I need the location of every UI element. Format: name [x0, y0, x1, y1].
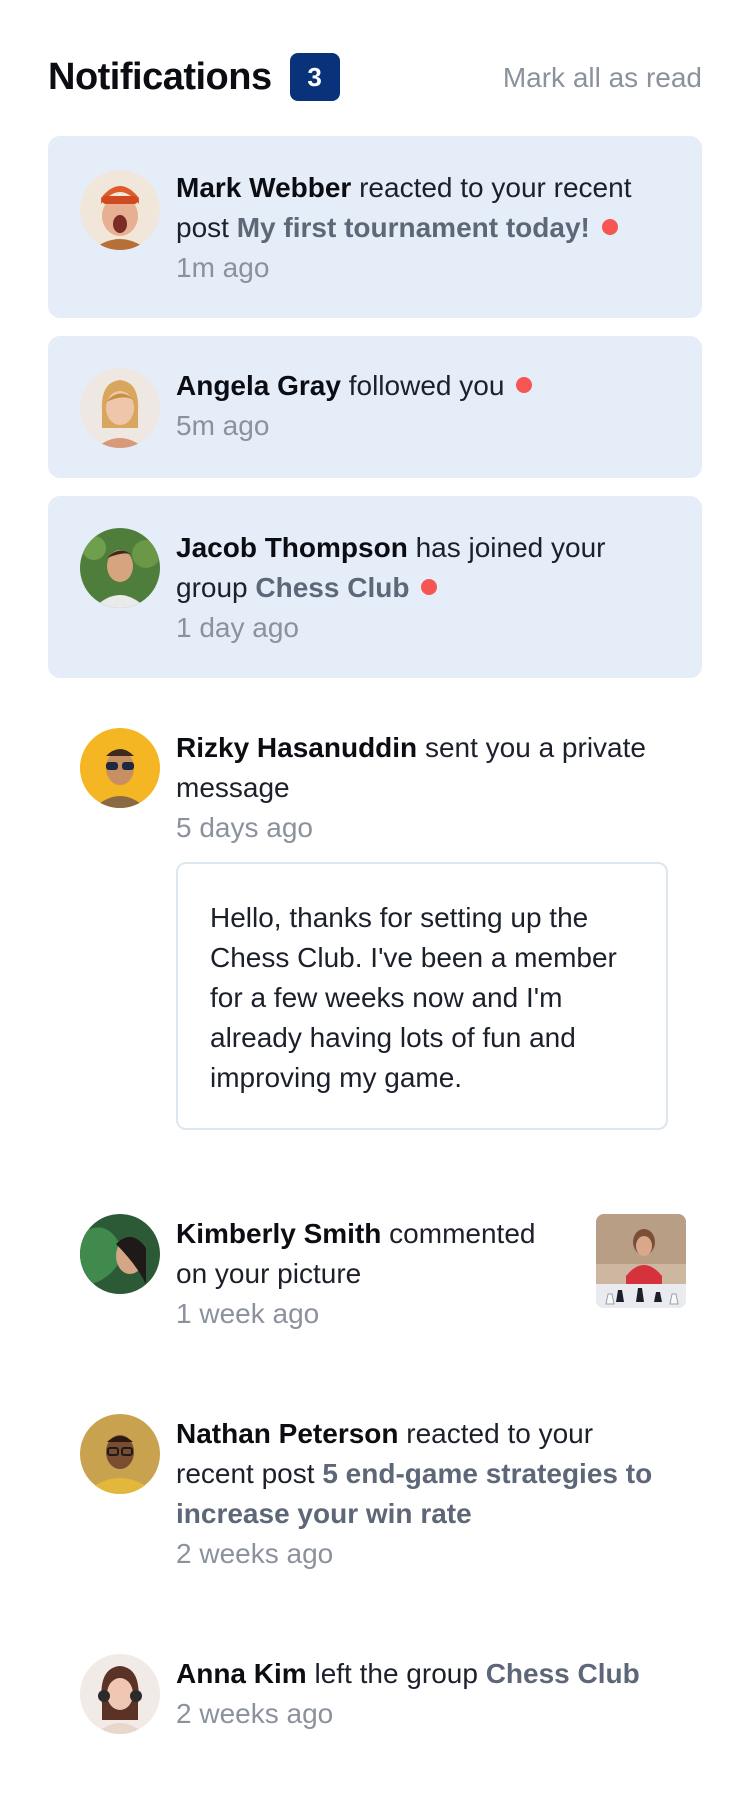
user-name[interactable]: Angela Gray — [176, 370, 341, 401]
commented-picture-thumbnail[interactable] — [596, 1214, 686, 1308]
notification-content: Kimberly Smith commented on your picture… — [176, 1214, 552, 1334]
notification-action: followed you — [348, 370, 505, 401]
timestamp: 1m ago — [176, 252, 270, 283]
avatar-icon — [80, 1214, 160, 1294]
post-link[interactable]: My first tournament today! — [237, 212, 590, 243]
user-name[interactable]: Jacob Thompson — [176, 532, 408, 563]
user-name[interactable]: Mark Webber — [176, 172, 351, 203]
avatar[interactable] — [80, 170, 160, 250]
notification-item[interactable]: Mark Webber reacted to your recent post … — [48, 136, 702, 318]
notification-item[interactable]: Kimberly Smith commented on your picture… — [48, 1186, 702, 1336]
notification-action: left the group — [314, 1658, 478, 1689]
page-title: Notifications — [48, 55, 272, 98]
group-link[interactable]: Chess Club — [255, 572, 409, 603]
avatar-icon — [80, 368, 160, 448]
header: Notifications 3 Mark all as read — [48, 50, 702, 104]
avatar-icon — [80, 528, 160, 608]
mark-all-as-read-button[interactable]: Mark all as read — [503, 62, 702, 94]
avatar-icon — [80, 728, 160, 808]
notification-content: Angela Gray followed you 5m ago — [176, 366, 666, 446]
notification-item[interactable]: Anna Kim left the group Chess Club 2 wee… — [48, 1626, 702, 1746]
user-name[interactable]: Kimberly Smith — [176, 1218, 381, 1249]
avatar-icon — [80, 170, 160, 250]
avatar[interactable] — [80, 528, 160, 608]
unread-dot — [601, 219, 618, 235]
timestamp: 5 days ago — [176, 812, 313, 843]
unread-dot — [421, 579, 438, 595]
avatar[interactable] — [80, 368, 160, 448]
notification-content: Rizky Hasanuddin sent you a private mess… — [176, 728, 666, 848]
avatar[interactable] — [80, 728, 160, 808]
unread-count-badge: 3 — [289, 53, 340, 101]
avatar[interactable] — [80, 1654, 160, 1734]
notification-content: Anna Kim left the group Chess Club 2 wee… — [176, 1654, 666, 1734]
avatar-icon — [80, 1414, 160, 1494]
user-name[interactable]: Nathan Peterson — [176, 1418, 399, 1449]
timestamp: 2 weeks ago — [176, 1538, 334, 1569]
notification-item[interactable]: Nathan Peterson reacted to your recent p… — [48, 1386, 702, 1576]
timestamp: 5m ago — [176, 410, 270, 441]
notifications-page: Notifications 3 Mark all as read Mark We… — [0, 0, 750, 1812]
notification-content: Nathan Peterson reacted to your recent p… — [176, 1414, 666, 1574]
avatar[interactable] — [80, 1214, 160, 1294]
private-message-box[interactable]: Hello, thanks for setting up the Chess C… — [176, 862, 668, 1130]
group-link[interactable]: Chess Club — [486, 1658, 640, 1689]
timestamp: 1 day ago — [176, 612, 299, 643]
notification-content: Jacob Thompson has joined your group Che… — [176, 528, 666, 648]
notification-item[interactable]: Jacob Thompson has joined your group Che… — [48, 496, 702, 678]
timestamp: 1 week ago — [176, 1298, 320, 1329]
timestamp: 2 weeks ago — [176, 1698, 334, 1729]
notification-content: Mark Webber reacted to your recent post … — [176, 168, 666, 288]
user-name[interactable]: Anna Kim — [176, 1658, 307, 1689]
avatar[interactable] — [80, 1414, 160, 1494]
unread-dot — [516, 377, 533, 393]
user-name[interactable]: Rizky Hasanuddin — [176, 732, 417, 763]
notification-item[interactable]: Angela Gray followed you 5m ago — [48, 336, 702, 478]
avatar-icon — [80, 1654, 160, 1734]
chess-photo-thumbnail — [596, 1214, 686, 1308]
